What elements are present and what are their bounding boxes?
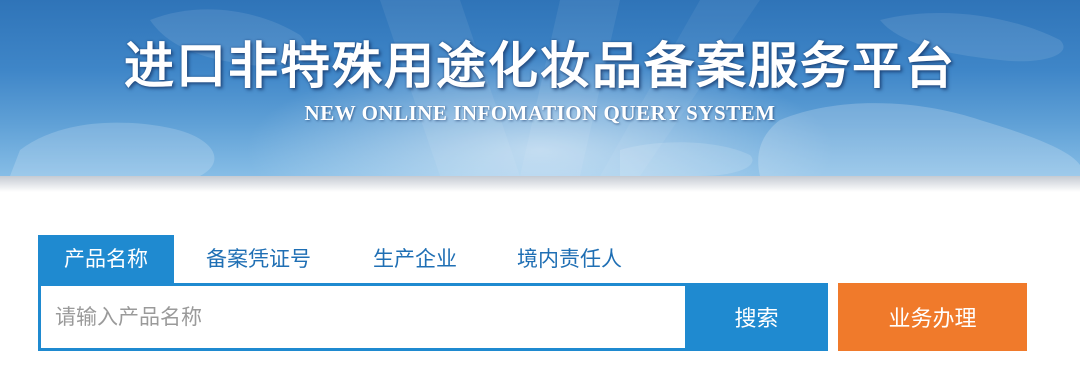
platform-title: 进口非特殊用途化妆品备案服务平台 xyxy=(124,36,956,95)
tab-filing-certificate-number[interactable]: 备案凭证号 xyxy=(206,235,311,283)
banner-shadow xyxy=(0,176,1080,192)
search-button[interactable]: 搜索 xyxy=(685,283,828,351)
tab-product-name[interactable]: 产品名称 xyxy=(38,235,174,283)
header-banner: 进口非特殊用途化妆品备案服务平台 NEW ONLINE INFOMATION Q… xyxy=(0,0,1080,176)
business-handling-button[interactable]: 业务办理 xyxy=(838,283,1027,351)
tab-domestic-responsible-person[interactable]: 境内责任人 xyxy=(517,235,622,283)
search-input[interactable] xyxy=(41,286,685,348)
platform-subtitle: NEW ONLINE INFOMATION QUERY SYSTEM xyxy=(304,101,776,125)
tab-manufacturer[interactable]: 生产企业 xyxy=(373,235,457,283)
search-bar: 搜索 xyxy=(38,283,828,351)
